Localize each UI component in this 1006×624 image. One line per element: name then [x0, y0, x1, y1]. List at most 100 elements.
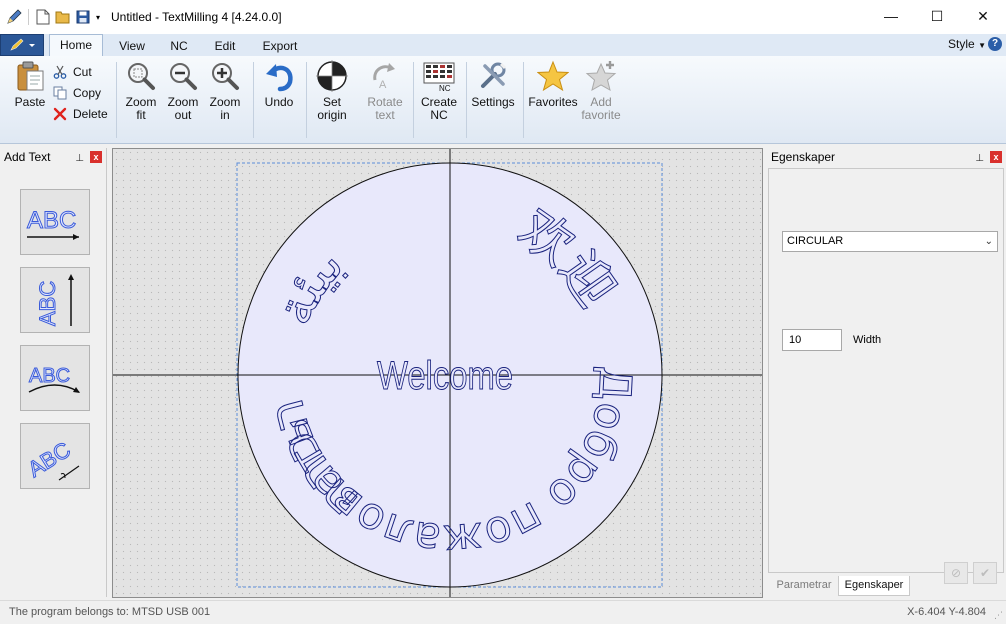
help-icon[interactable]: ? [988, 37, 1002, 51]
width-label: Width [853, 334, 882, 346]
open-folder-icon[interactable] [53, 7, 73, 27]
favorites-button[interactable]: Favorites [527, 60, 579, 109]
tab-parametrar[interactable]: Parametrar [770, 576, 838, 596]
settings-tools-icon [481, 62, 507, 88]
cut-button[interactable]: Cut [52, 62, 92, 82]
pin-icon[interactable]: ⊥ [75, 150, 84, 168]
zoom-in-button[interactable]: Zoom in [205, 60, 245, 122]
tab-home[interactable]: Home [49, 34, 103, 56]
minimize-button[interactable]: — [868, 0, 914, 32]
paste-label: Paste [14, 95, 46, 109]
close-panel-icon[interactable]: x [90, 151, 102, 163]
properties-panel-title: Egenskaper [771, 150, 836, 164]
zoom-out-icon [170, 63, 197, 90]
text-vertical-abc: ABC [35, 281, 60, 326]
paste-button[interactable]: Paste [10, 60, 50, 109]
app-pen-icon[interactable] [4, 7, 24, 27]
text-arc-button[interactable]: ABC [20, 345, 90, 411]
zoom-out-button[interactable]: Zoom out [163, 60, 203, 122]
app-window: ▾ Untitled - TextMilling 4 [4.24.0.0] — … [0, 0, 1006, 624]
copy-label: Copy [73, 86, 102, 100]
customize-dropdown-icon[interactable]: ▾ [93, 7, 103, 27]
checkmark-icon: ✔ [979, 566, 991, 580]
set-origin-button[interactable]: Set origin [311, 60, 353, 122]
drawing-canvas[interactable]: 欢迎 Добро пожаловать הכרה بيئة Welcome [112, 148, 763, 598]
shape-type-select[interactable]: CIRCULAR ⌄ [782, 231, 998, 252]
app-menu-pen-icon [10, 38, 35, 51]
divider [466, 62, 467, 138]
title-bar: ▾ Untitled - TextMilling 4 [4.24.0.0] — … [0, 0, 1006, 34]
width-input[interactable]: 10 [782, 329, 842, 351]
pin-icon[interactable]: ⊥ [975, 150, 984, 168]
style-menu[interactable]: Style ▼ [948, 37, 986, 51]
license-owner-text: The program belongs to: MTSD USB 001 [9, 606, 211, 618]
resize-grip-icon[interactable]: ⋰ [994, 610, 1003, 621]
text-straight-button[interactable]: ABC [20, 189, 90, 255]
close-panel-icon[interactable]: x [990, 151, 1002, 163]
add-text-panel-title: Add Text [4, 150, 51, 164]
close-window-button[interactable]: ✕ [960, 0, 1006, 32]
paste-clipboard-icon [17, 61, 44, 91]
delete-button[interactable]: Delete [52, 104, 108, 124]
copy-button[interactable]: Copy [52, 83, 101, 103]
zoom-in-icon [212, 63, 239, 90]
zoom-fit-icon [128, 63, 155, 90]
shape-type-value: CIRCULAR [787, 235, 844, 247]
new-document-icon[interactable] [33, 7, 53, 27]
tab-view[interactable]: View [110, 36, 154, 56]
divider [253, 62, 254, 138]
text-angled-button[interactable]: ABC [20, 423, 90, 489]
add-favorite-button[interactable]: Add favorite [578, 60, 624, 122]
chevron-down-icon: ⌄ [984, 236, 993, 247]
text-angled-icon: ABC [23, 436, 80, 483]
undo-button[interactable]: Undo [258, 60, 300, 109]
properties-panel-header: Egenskaper ⊥ x [767, 148, 1006, 166]
text-arc-abc: ABC [29, 365, 70, 387]
save-disk-icon[interactable] [73, 7, 93, 27]
tab-edit[interactable]: Edit [205, 36, 245, 56]
zoom-fit-label-1: Zoom [125, 95, 157, 109]
ribbon-home: Paste Cut Copy Delete Zoom fit Zoom out [0, 56, 1006, 144]
text-vertical-button[interactable]: ABC [20, 267, 90, 333]
style-menu-label: Style [948, 37, 975, 51]
nc-badge: NC [439, 84, 451, 92]
create-nc-label-1: Create [420, 95, 458, 109]
undo-arrow-icon [266, 64, 293, 92]
undo-label: Undo [264, 95, 294, 109]
canvas-drawing: 欢迎 Добро пожаловать הכרה بيئة Welcome [113, 149, 762, 597]
create-nc-label-2: NC [430, 108, 448, 122]
settings-button[interactable]: Settings [469, 60, 517, 109]
properties-body: CIRCULAR ⌄ 10 Width ⊘ ✔ [768, 168, 1004, 584]
tab-nc[interactable]: NC [160, 36, 198, 56]
zoom-out-label-2: out [174, 108, 192, 122]
cursor-coordinates: X-6.404 Y-4.804 [907, 606, 986, 618]
add-favorite-label-2: favorite [581, 108, 621, 122]
cut-label: Cut [73, 65, 92, 79]
divider [306, 62, 307, 138]
properties-panel: Egenskaper ⊥ x CIRCULAR ⌄ 10 Width ⊘ ✔ P… [767, 148, 1006, 597]
maximize-button[interactable]: ☐ [914, 0, 960, 32]
rotate-text-icon: A [373, 63, 395, 91]
zoom-fit-button[interactable]: Zoom fit [121, 60, 161, 122]
add-text-panel-header: Add Text ⊥ x [0, 148, 106, 166]
text-straight-abc: ABC [27, 207, 76, 234]
zoom-fit-label-2: fit [136, 108, 146, 122]
window-controls: — ☐ ✕ [868, 0, 1006, 32]
svg-text:A: A [379, 79, 387, 91]
rotate-text-label-1: Rotate [367, 95, 403, 109]
reset-button[interactable]: ⊘ [944, 562, 968, 584]
create-nc-icon: NC [423, 62, 455, 92]
tab-egenskaper[interactable]: Egenskaper [838, 576, 910, 596]
divider [116, 62, 117, 138]
add-text-panel: Add Text ⊥ x ABC ABC ABC ABC [0, 148, 107, 597]
application-menu-button[interactable] [0, 34, 44, 56]
zoom-out-label-1: Zoom [167, 95, 199, 109]
tab-export[interactable]: Export [254, 36, 306, 56]
scissors-icon [52, 64, 68, 80]
add-favorite-star-icon [585, 61, 617, 91]
window-title: Untitled - TextMilling 4 [4.24.0.0] [111, 10, 282, 24]
create-nc-button[interactable]: NC Create NC [418, 60, 460, 122]
apply-button[interactable]: ✔ [973, 562, 997, 584]
copy-icon [52, 85, 68, 101]
rotate-text-button[interactable]: A Rotate text [362, 60, 408, 122]
